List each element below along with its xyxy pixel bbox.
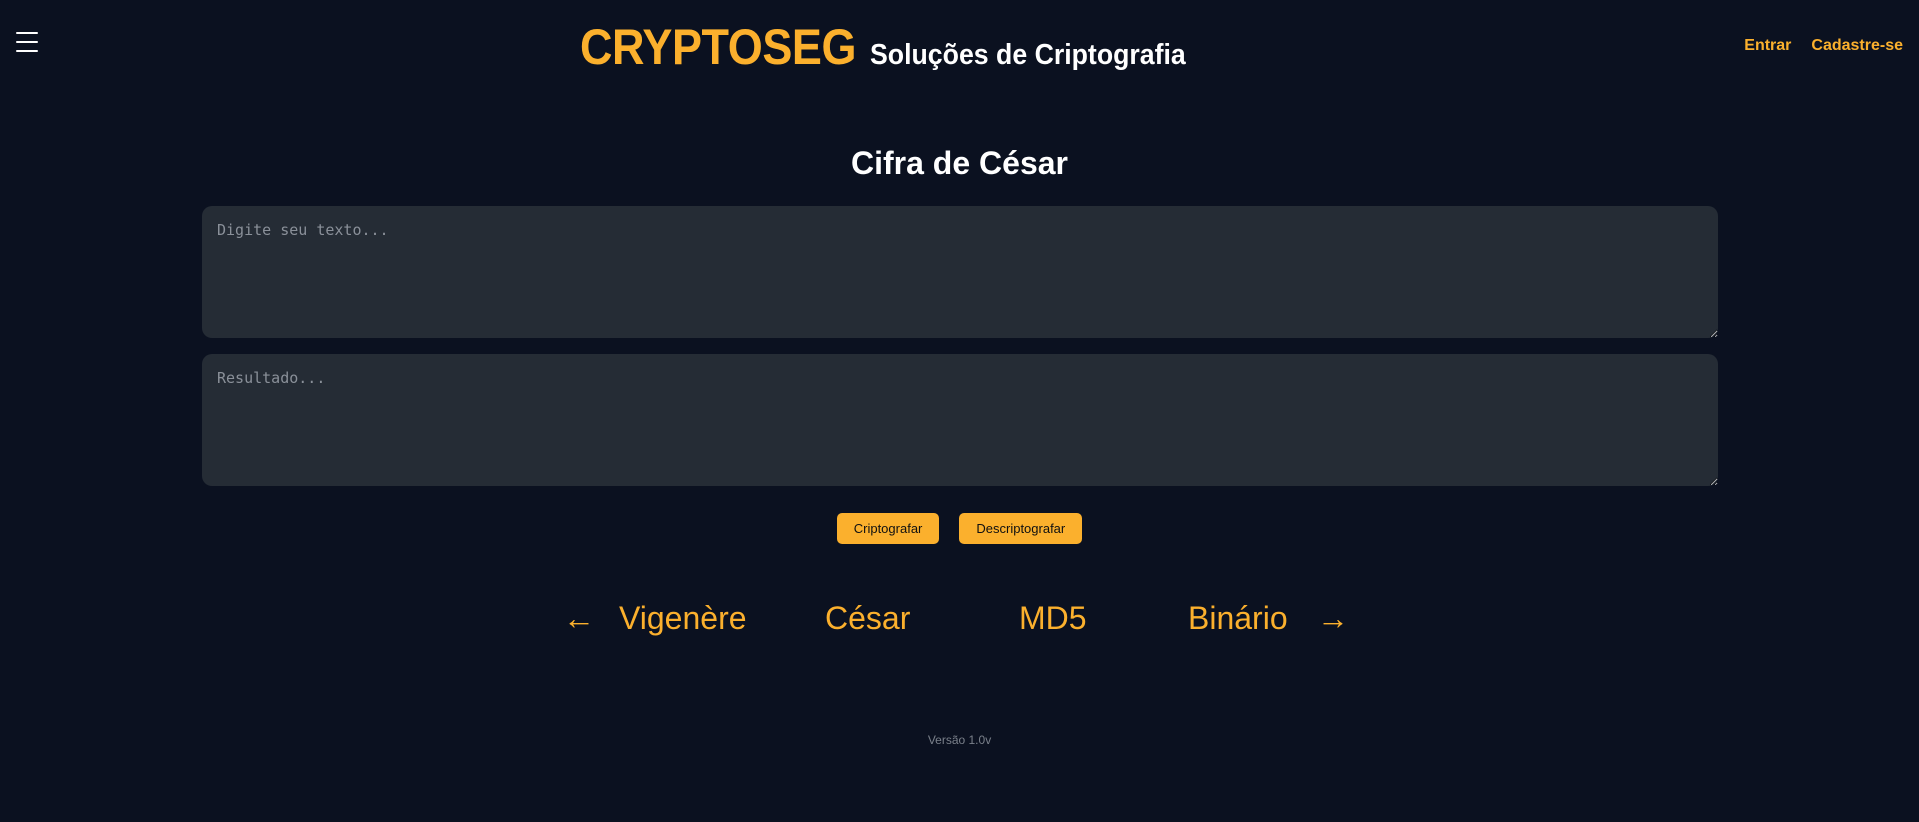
- arrow-left-icon[interactable]: ←: [563, 596, 595, 640]
- action-buttons: Criptografar Descriptografar: [0, 513, 1919, 544]
- brand: CRYPTOSEG Soluções de Criptografia: [580, 18, 1213, 76]
- menu-bar: [16, 50, 38, 52]
- result-textarea[interactable]: [202, 354, 1718, 486]
- signup-link[interactable]: Cadastre-se: [1811, 37, 1903, 55]
- hamburger-menu-icon[interactable]: [16, 32, 38, 52]
- nav-item-cesar[interactable]: César: [825, 596, 910, 640]
- brand-name: CRYPTOSEG: [580, 19, 857, 75]
- menu-bar: [16, 32, 38, 34]
- page-title: Cifra de César: [851, 145, 1068, 181]
- nav-item-md5[interactable]: MD5: [1019, 596, 1087, 640]
- nav-item-binario[interactable]: Binário: [1188, 596, 1288, 640]
- decrypt-button[interactable]: Descriptografar: [959, 513, 1083, 544]
- brand-tagline: Soluções de Criptografia: [870, 39, 1186, 71]
- version-footer: Versão 1.0v: [927, 733, 992, 747]
- arrow-right-icon[interactable]: →: [1317, 596, 1349, 640]
- page: CRYPTOSEG Soluções de Criptografia Entra…: [0, 0, 1919, 822]
- encrypt-button[interactable]: Criptografar: [836, 513, 940, 544]
- menu-bar: [16, 41, 38, 43]
- cipher-nav: ← Vigenère César MD5 Binário →: [0, 596, 1919, 640]
- auth-links: Entrar Cadastre-se: [1744, 37, 1903, 55]
- login-link[interactable]: Entrar: [1744, 37, 1791, 55]
- input-textarea[interactable]: [202, 206, 1718, 338]
- nav-item-vigenere[interactable]: Vigenère: [619, 596, 747, 640]
